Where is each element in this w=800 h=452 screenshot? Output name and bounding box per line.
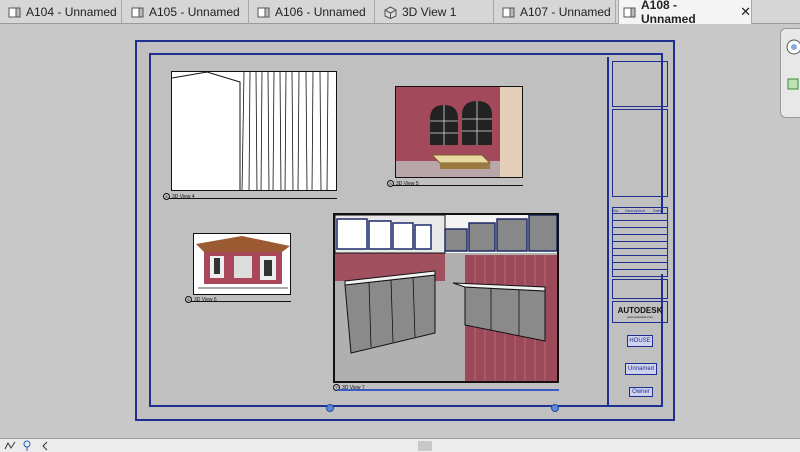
viewport-3d-view-6[interactable] (193, 233, 291, 295)
navigation-bar (780, 28, 800, 118)
tab-a104[interactable]: A104 - Unnamed (4, 0, 122, 24)
sheet-inner-border: 4 3D View 4 5 3D View 5 6 3D View 6 7 3D… (149, 53, 668, 407)
rev-header-date: Date (653, 208, 662, 213)
view-title-underline (191, 301, 291, 302)
view-4-render (172, 72, 336, 190)
sheet-border: 4 3D View 4 5 3D View 5 6 3D View 6 7 3D… (135, 40, 675, 421)
sheet-icon (257, 7, 270, 17)
autodesk-logo: AUTODESK (617, 305, 663, 315)
horizontal-scrollbar-thumb[interactable] (418, 441, 432, 451)
viewport-drag-handle[interactable] (326, 404, 334, 412)
company-url: www.autodesk.com (627, 314, 653, 319)
view-6-render (194, 234, 290, 294)
steering-wheel-icon[interactable] (784, 37, 800, 57)
title-block-cell (612, 279, 668, 299)
tab-a105[interactable]: A105 - Unnamed (127, 0, 249, 24)
tab-label: A107 - Unnamed (520, 5, 611, 19)
tab-a107[interactable]: A107 - Unnamed (498, 0, 616, 24)
tab-label: A106 - Unnamed (275, 5, 366, 19)
title-block-cell (612, 61, 668, 107)
viewport-drag-handle[interactable] (551, 404, 559, 412)
close-tab-icon[interactable]: ✕ (740, 4, 751, 20)
tab-a108[interactable]: A108 - Unnamed ✕ (618, 0, 752, 26)
view-7-render (335, 215, 557, 381)
tab-label: A108 - Unnamed (641, 0, 696, 26)
project-name-field[interactable]: HOUSE (627, 335, 653, 347)
sheet-icon (623, 7, 636, 17)
view-control-bar (0, 438, 800, 452)
zoom-icon[interactable] (786, 77, 800, 93)
rev-header-description: Description (625, 208, 646, 213)
title-block-cell (612, 109, 668, 197)
company-logo: AUTODESK www.autodesk.com (612, 301, 668, 323)
tab-label: 3D View 1 (402, 5, 457, 19)
rev-header-no: No. (613, 208, 620, 213)
view-tab-bar: A104 - Unnamed A105 - Unnamed A106 - Unn… (0, 0, 800, 26)
sheet-icon (8, 7, 21, 17)
viewport-3d-view-4[interactable] (171, 71, 337, 191)
scroll-left-icon[interactable] (40, 440, 50, 452)
tab-label: A104 - Unnamed (26, 5, 117, 19)
worksets-icon[interactable] (4, 440, 16, 452)
sheet-icon (502, 7, 515, 17)
viewport-3d-view-5[interactable] (395, 86, 523, 178)
3d-view-icon (384, 5, 397, 19)
sheet-name-field[interactable]: Unnamed (625, 363, 657, 375)
view-title-underline (393, 185, 523, 186)
revision-schedule: No. Description Date (612, 207, 668, 277)
tab-label: A105 - Unnamed (149, 5, 240, 19)
tab-a106[interactable]: A106 - Unnamed (253, 0, 375, 24)
view-5-render (396, 87, 522, 177)
owner-field[interactable]: Owner (629, 387, 653, 397)
design-options-icon[interactable] (22, 440, 32, 452)
sheet-icon (131, 7, 144, 17)
drawing-canvas[interactable]: 4 3D View 4 5 3D View 5 6 3D View 6 7 3D… (0, 24, 800, 438)
view-title-underline (169, 198, 337, 199)
viewport-3d-view-7[interactable] (333, 213, 559, 383)
title-block: No. Description Date AUTODESK www.autode… (607, 57, 671, 407)
view-title-underline-selected (337, 389, 559, 391)
tab-3d-view-1[interactable]: 3D View 1 (380, 0, 494, 24)
